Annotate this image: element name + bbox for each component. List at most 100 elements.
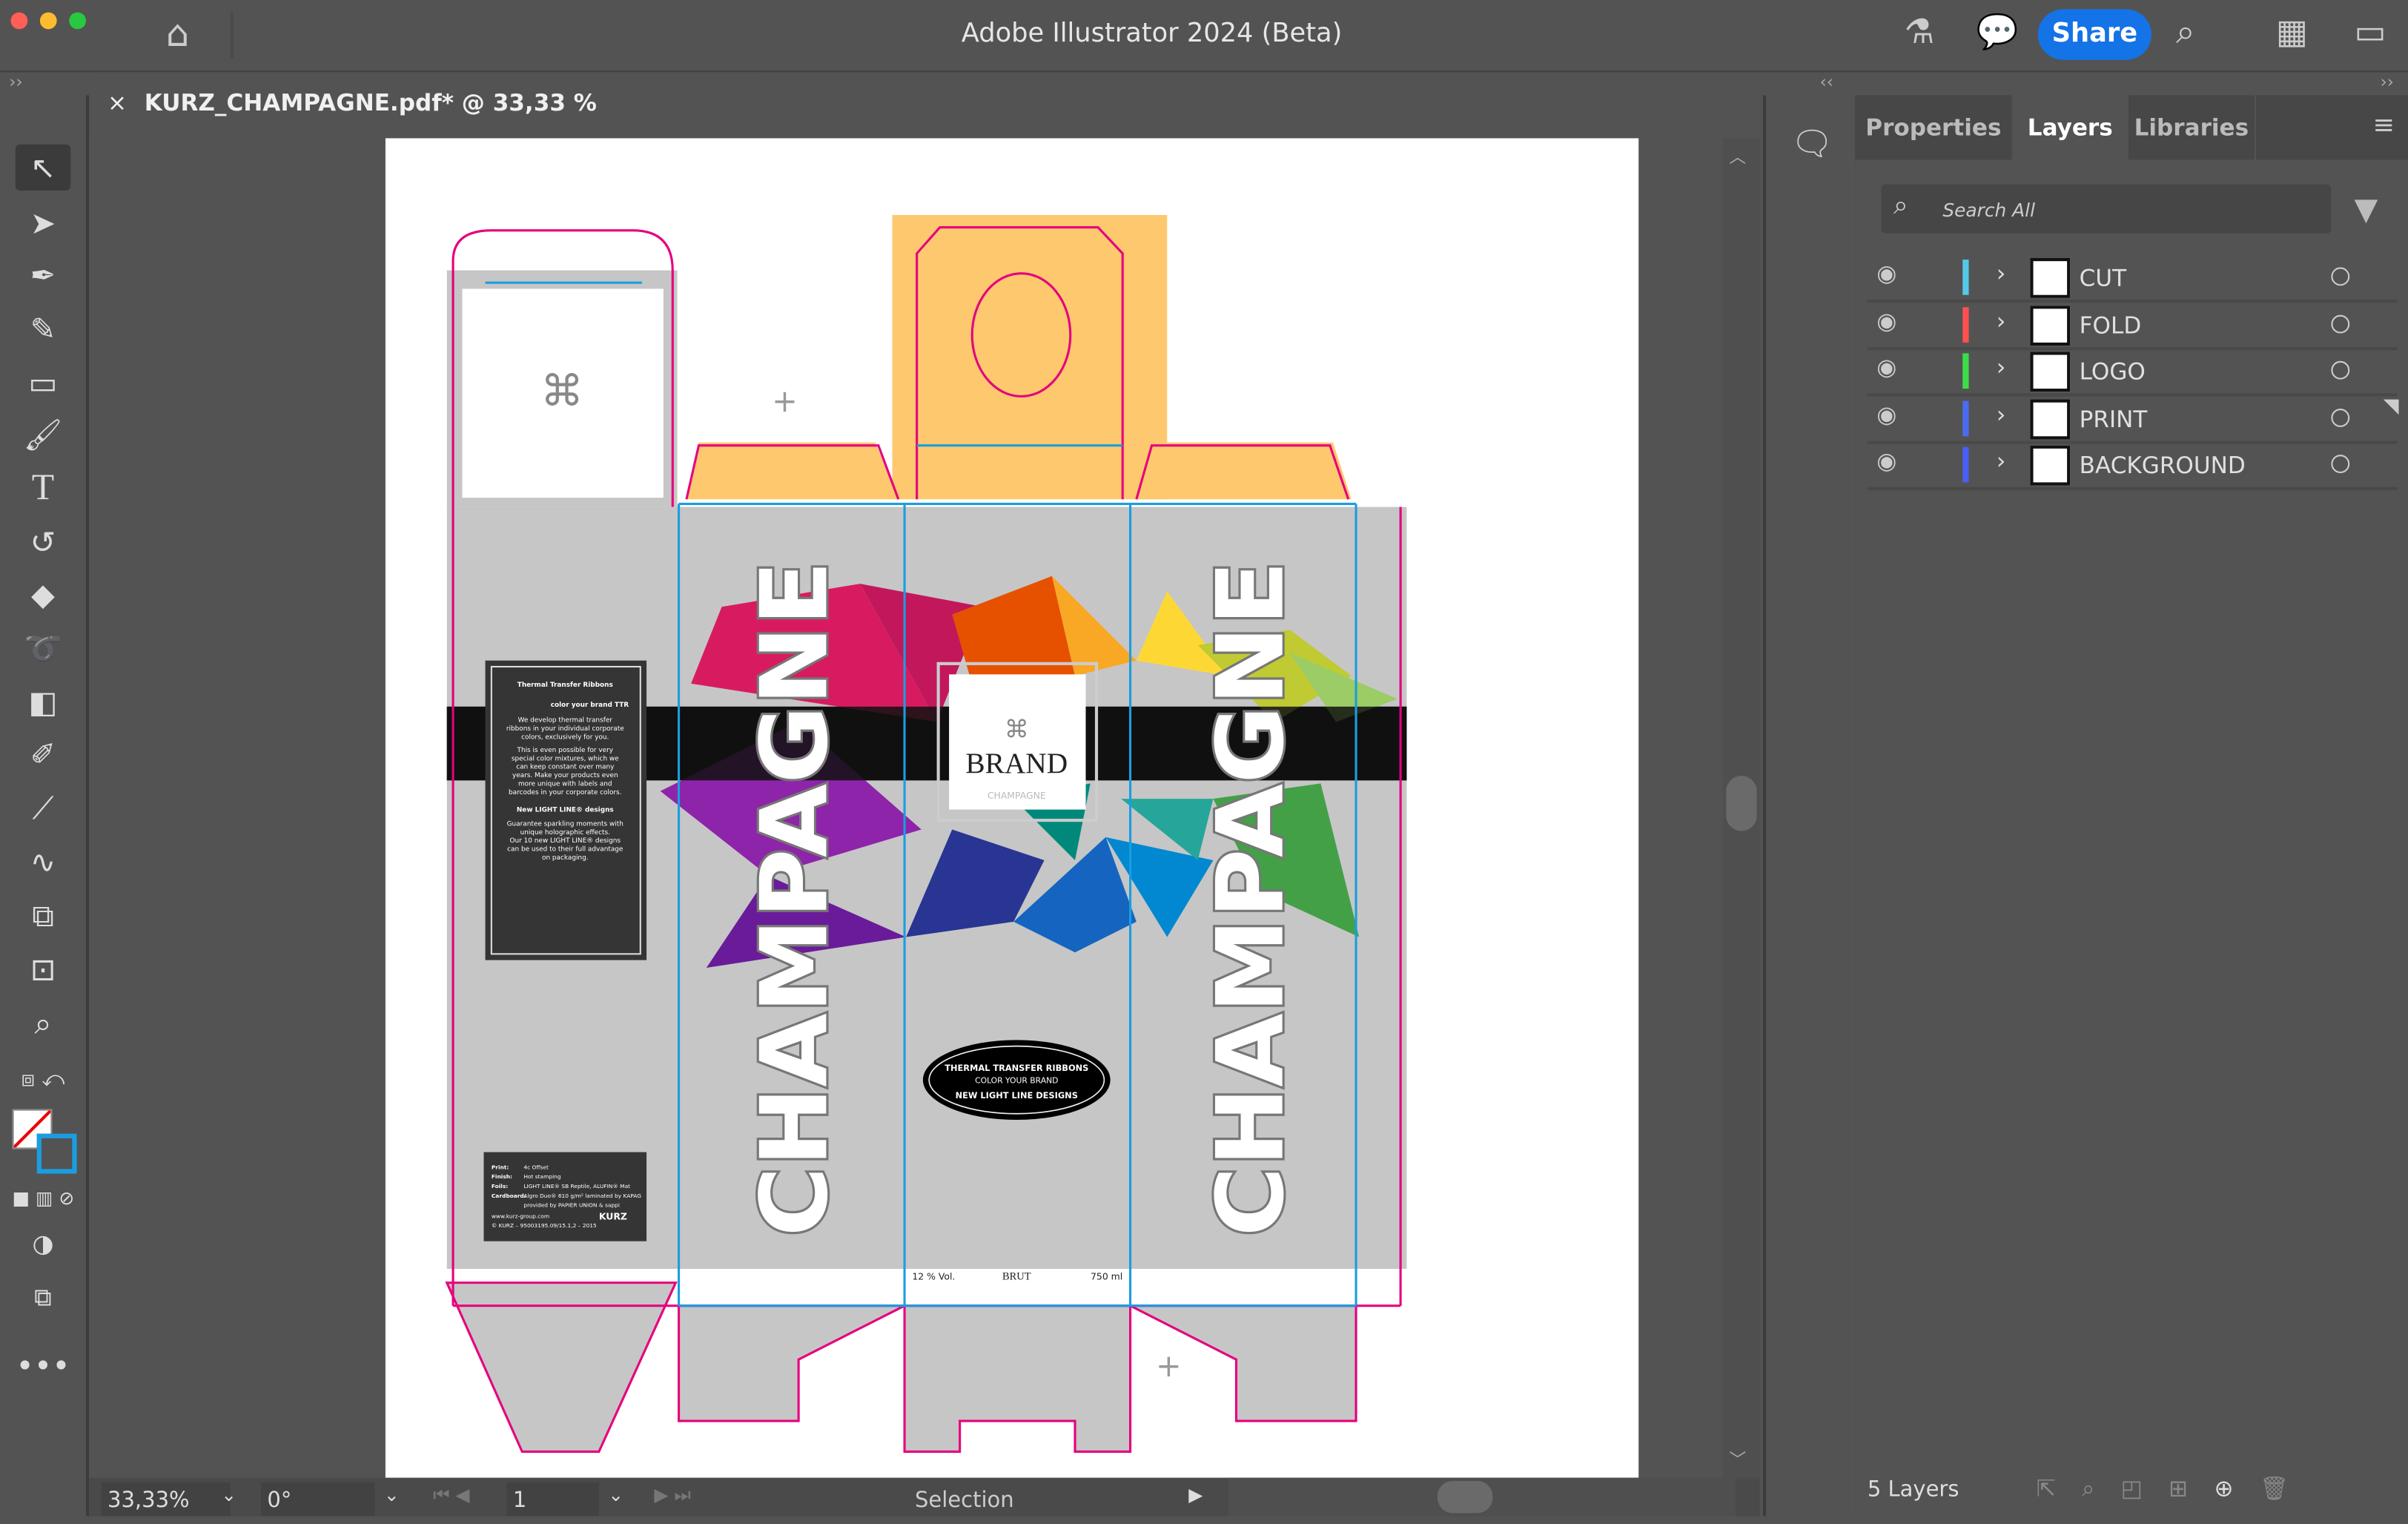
- target-icon[interactable]: [2331, 455, 2350, 473]
- new-sublayer-icon[interactable]: ⊞: [2169, 1475, 2214, 1502]
- layer-row[interactable]: ◉ › LOGO: [1867, 349, 2398, 397]
- layer-thumbnail: [2030, 445, 2071, 486]
- volume-text: 12 % Vol.: [912, 1270, 955, 1281]
- info-text-line: can keep constant over many: [516, 764, 614, 771]
- eye-icon[interactable]: ◉: [1876, 306, 1896, 334]
- info-text-line: This is even possible for very: [517, 747, 614, 754]
- info-text-line: ribbons in your individual corporate: [506, 725, 624, 733]
- chevron-right-icon[interactable]: ›: [1997, 400, 2005, 428]
- layer-thumbnail: [2030, 305, 2071, 346]
- brand-text: BRAND: [965, 747, 1068, 779]
- tab-properties[interactable]: Properties: [1855, 95, 2012, 160]
- layer-name[interactable]: BACKGROUND: [2080, 452, 2246, 479]
- next-artboard-icon[interactable]: ▶ ⏭: [654, 1484, 690, 1507]
- info-text-line: more unique with labels and: [518, 781, 612, 788]
- target-icon[interactable]: [2331, 407, 2350, 426]
- scroll-down-icon[interactable]: ﹀: [1729, 1447, 1746, 1471]
- brand-sub: CHAMPAGNE: [988, 790, 1046, 801]
- right-flap: [1133, 442, 1352, 500]
- eye-icon[interactable]: ◉: [1876, 260, 1896, 287]
- layer-count: 5 Layers: [1867, 1477, 1959, 1502]
- chevron-right-icon[interactable]: ›: [1997, 447, 2005, 475]
- info-text-line: Print:: [492, 1164, 509, 1170]
- scroll-up-icon[interactable]: ︿: [1729, 145, 1746, 169]
- oval-line-1: THERMAL TRANSFER RIBBONS: [945, 1063, 1088, 1073]
- layer-color-swatch: [1962, 306, 1969, 342]
- layer-color-swatch: [1962, 446, 1969, 483]
- layer-thumbnail: [2030, 398, 2071, 439]
- layer-name[interactable]: CUT: [2080, 264, 2126, 291]
- layer-row[interactable]: ◉ › BACKGROUND: [1867, 443, 2398, 490]
- rotation-dropdown-icon[interactable]: ⌄: [384, 1484, 400, 1505]
- info-text-line: Thermal Transfer Ribbons: [517, 682, 613, 689]
- top-flap: [892, 214, 1168, 500]
- vertical-scrollbar[interactable]: ︿ ﹀: [1723, 138, 1760, 1478]
- layer-thumbnail: [2030, 257, 2071, 298]
- info-text-line: © KURZ – 95003195.09/15.1,2 – 2015: [492, 1222, 597, 1229]
- chevron-right-icon[interactable]: ›: [1997, 260, 2005, 287]
- locate-object-icon[interactable]: ⌕: [2082, 1475, 2121, 1502]
- artboard-dropdown-icon[interactable]: ⌄: [608, 1484, 624, 1505]
- chevron-right-icon[interactable]: ›: [1997, 353, 2005, 380]
- layer-name[interactable]: PRINT: [2080, 405, 2148, 432]
- layer-row[interactable]: ◉ › PRINT: [1867, 395, 2398, 443]
- layer-row[interactable]: ◉ › CUT: [1867, 255, 2398, 303]
- info-text-line: on packaging.: [542, 854, 589, 862]
- export-icon[interactable]: ⇱: [2037, 1475, 2082, 1502]
- tab-libraries[interactable]: Libraries: [2128, 95, 2255, 160]
- target-icon[interactable]: [2331, 267, 2350, 286]
- type-text: BRUT: [1002, 1270, 1031, 1282]
- filter-icon[interactable]: ▼: [2354, 191, 2378, 228]
- layers-search-input[interactable]: ⌕ Search All: [1881, 184, 2332, 234]
- layer-row[interactable]: ◉ › FOLD: [1867, 302, 2398, 350]
- info-text-line: Algro Duo® 610 g/m² laminated by KAPAG: [523, 1193, 641, 1199]
- target-icon[interactable]: [2331, 314, 2350, 333]
- info-text-line: We develop thermal transfer: [518, 717, 613, 725]
- info-text-line: 4c Offset: [523, 1164, 549, 1170]
- delete-icon[interactable]: 🗑: [2260, 1475, 2315, 1502]
- artboard-field[interactable]: 1: [506, 1482, 599, 1517]
- eye-icon[interactable]: ◉: [1876, 400, 1896, 428]
- eye-icon[interactable]: ◉: [1876, 353, 1896, 380]
- horizontal-scrollbar[interactable]: [1228, 1477, 1736, 1517]
- info-text-line: New LIGHT LINE® designs: [517, 807, 614, 814]
- search-placeholder: Search All: [1942, 199, 2035, 222]
- kurz-logo: KURZ: [599, 1211, 627, 1222]
- info-text-line: Cardboard:: [492, 1193, 526, 1199]
- info-text-line: color your brand TTR: [551, 702, 629, 709]
- layer-name[interactable]: FOLD: [2080, 311, 2142, 338]
- rotation-field[interactable]: 0°: [261, 1482, 375, 1517]
- zoom-value: 33,33%: [107, 1488, 190, 1514]
- target-icon[interactable]: [2331, 360, 2350, 380]
- oval-line-3: NEW LIGHT LINE DESIGNS: [956, 1090, 1078, 1101]
- clipping-mask-icon[interactable]: ◰: [2121, 1475, 2169, 1502]
- status-menu-icon[interactable]: ▶: [1188, 1484, 1203, 1505]
- size-text: 750 ml: [1091, 1270, 1122, 1281]
- panel-footer-icons: ⇱⌕◰⊞⊕🗑: [2037, 1475, 2315, 1502]
- layer-color-swatch: [1962, 353, 1969, 389]
- tab-layers[interactable]: Layers: [2013, 95, 2127, 160]
- zoom-dropdown-icon[interactable]: ⌄: [221, 1484, 236, 1505]
- info-text-line: www.kurz-group.com: [492, 1213, 549, 1220]
- info-text-line: Guarantee sparkling moments with: [507, 820, 624, 828]
- bottom-flap-2: [678, 1304, 905, 1422]
- h-scrollbar-thumb[interactable]: [1437, 1480, 1493, 1514]
- chevron-right-icon[interactable]: ›: [1997, 306, 2005, 334]
- info-text-line: colors, exclusively for you.: [521, 733, 609, 741]
- comment-icon[interactable]: 🗨: [1790, 126, 1833, 165]
- panel-menu-icon[interactable]: ≡: [2372, 110, 2395, 141]
- layer-name[interactable]: LOGO: [2080, 358, 2146, 386]
- status-bar: 33,33% ⌄ 0° ⌄ ⏮ ◀ 1 ⌄ ▶ ⏭ Selection ▶: [89, 1477, 1760, 1517]
- bottom-flap-1: [445, 1281, 678, 1454]
- info-text-line: Foils:: [492, 1183, 508, 1190]
- info-text-line: unique holographic effects.: [520, 829, 610, 837]
- layers-panel: Properties Layers Libraries ≡ ⌕ Search A…: [1855, 95, 2408, 1517]
- layer-color-swatch: [1962, 400, 1969, 436]
- zoom-field[interactable]: 33,33%: [101, 1482, 231, 1517]
- info-text-line: LIGHT LINE® SB Reptile, ALUFIN® Mat: [523, 1183, 630, 1190]
- eye-icon[interactable]: ◉: [1876, 447, 1896, 475]
- lid-logo: ⌘: [540, 366, 583, 416]
- scrollbar-thumb[interactable]: [1726, 776, 1757, 831]
- new-layer-icon[interactable]: ⊕: [2214, 1475, 2259, 1502]
- first-artboard-icon[interactable]: ⏮ ◀: [433, 1484, 469, 1507]
